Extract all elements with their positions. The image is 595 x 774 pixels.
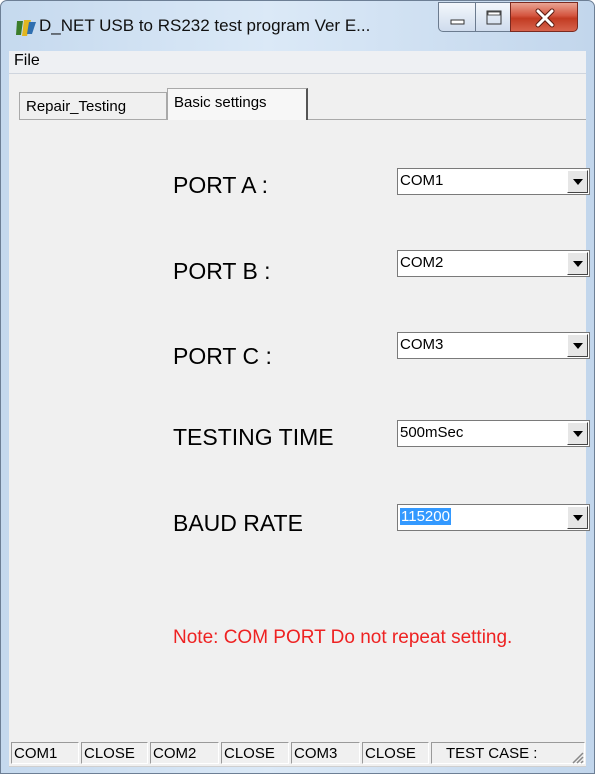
dropdown-arrow-icon <box>573 261 583 267</box>
dropdown-arrow-icon <box>573 343 583 349</box>
menu-file[interactable]: File <box>11 52 43 70</box>
note-text: Note: COM PORT Do not repeat setting. <box>173 627 513 648</box>
window-title: D_NET USB to RS232 test program Ver E... <box>39 16 371 35</box>
status-com3-state: CLOSE <box>362 742 429 764</box>
title-bar[interactable]: D_NET USB to RS232 test program Ver E... <box>1 1 594 49</box>
port-b-value: COM2 <box>400 254 444 271</box>
tab-repair-testing[interactable]: Repair_Testing <box>19 92 167 120</box>
status-com2-state: CLOSE <box>221 742 289 764</box>
client-area: Repair_Testing Basic settings PORT A : C… <box>9 74 590 767</box>
testing-time-value: 500mSec <box>400 424 464 441</box>
status-com1-state: CLOSE <box>81 742 148 764</box>
close-button[interactable] <box>510 2 578 32</box>
status-com1: COM1 <box>11 742 79 764</box>
dropdown-arrow-icon <box>573 431 583 437</box>
port-a-select[interactable]: COM1 <box>397 168 590 195</box>
port-c-value: COM3 <box>400 336 444 353</box>
port-c-dropdown-button[interactable] <box>567 334 588 357</box>
port-b-label: PORT B : <box>173 258 271 284</box>
status-test-case: TEST CASE : <box>431 742 585 764</box>
app-window: D_NET USB to RS232 test program Ver E...… <box>0 0 595 774</box>
close-icon <box>535 8 555 28</box>
port-a-label: PORT A : <box>173 172 269 198</box>
port-c-select[interactable]: COM3 <box>397 332 590 359</box>
testing-time-select[interactable]: 500mSec <box>397 420 590 447</box>
status-com3: COM3 <box>291 742 360 764</box>
baud-rate-select[interactable]: 115200 <box>397 504 590 531</box>
minimize-button[interactable] <box>438 2 476 32</box>
status-com2: COM2 <box>150 742 219 764</box>
menu-bar: File <box>9 51 586 74</box>
port-b-dropdown-button[interactable] <box>567 252 588 275</box>
app-logo-icon <box>16 20 36 36</box>
testing-time-label: TESTING TIME <box>173 424 334 450</box>
baud-rate-label: BAUD RATE <box>173 510 303 536</box>
maximize-icon <box>486 10 502 25</box>
dropdown-arrow-icon <box>573 515 583 521</box>
minimize-icon <box>450 19 465 25</box>
maximize-button[interactable] <box>475 2 511 32</box>
port-c-label: PORT C : <box>173 343 272 369</box>
port-b-select[interactable]: COM2 <box>397 250 590 277</box>
resize-grip-icon[interactable] <box>570 750 584 764</box>
tab-basic-settings[interactable]: Basic settings <box>167 88 308 120</box>
port-a-value: COM1 <box>400 172 444 189</box>
testing-time-dropdown-button[interactable] <box>567 422 588 445</box>
dropdown-arrow-icon <box>573 179 583 185</box>
port-a-dropdown-button[interactable] <box>567 170 588 193</box>
baud-rate-dropdown-button[interactable] <box>567 506 588 529</box>
baud-rate-value: 115200 <box>400 508 451 525</box>
status-bar: COM1 CLOSE COM2 CLOSE COM3 CLOSE TEST CA… <box>11 740 586 766</box>
